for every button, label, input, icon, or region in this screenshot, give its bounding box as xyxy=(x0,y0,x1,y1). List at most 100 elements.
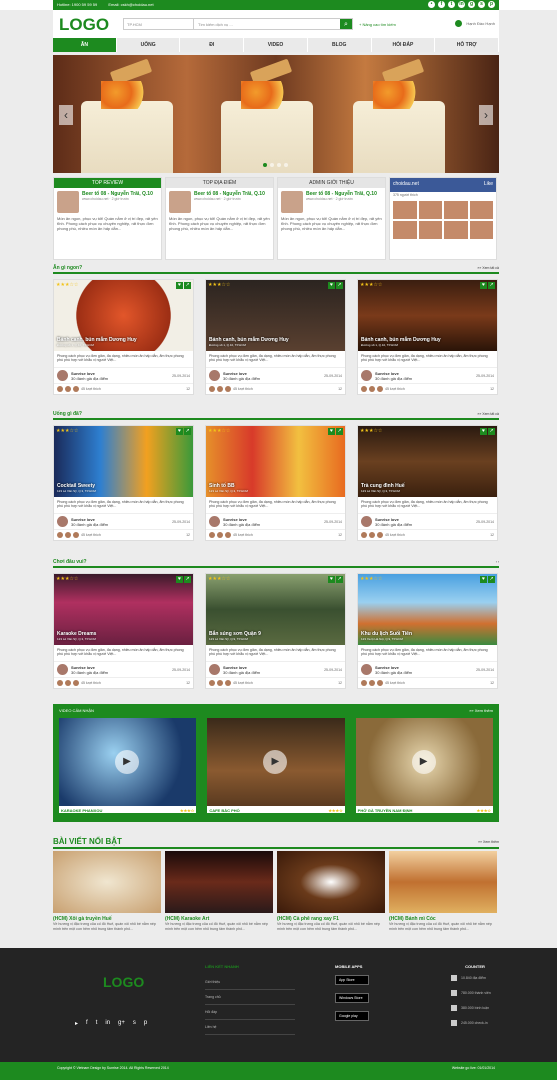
twitter-icon[interactable]: t xyxy=(448,1,455,8)
footer-logo[interactable]: LOGO xyxy=(103,974,144,990)
footer: LOGO ▸ f t in g+ s p LIÊN KẾT NHANH Giới thiệu… xyxy=(0,948,557,1062)
slider-prev-button[interactable]: ‹ xyxy=(59,105,73,125)
video-more-link[interactable]: »» Xem thêm xyxy=(469,708,493,718)
footer-link[interactable]: Giới thiệu xyxy=(205,975,295,990)
skype-icon[interactable]: s xyxy=(478,1,485,8)
featured-more-link[interactable]: »» Xem thêm xyxy=(478,837,499,847)
video-card[interactable]: ▶ KARAOKE PHANXOU ★★★☆ xyxy=(59,718,197,813)
view-all-link[interactable]: »» Xem tất cả xyxy=(477,264,499,272)
logo[interactable]: LOGO xyxy=(59,15,109,35)
place-card[interactable]: ★★★☆☆ ♥ ↗ Khu du lịch Suối Tiên 123 Xa lộ H… xyxy=(357,573,498,689)
top-bar: Hotline: 1900 59 59 59 Email: cskh@choid… xyxy=(0,0,557,10)
location-icon xyxy=(451,975,457,981)
user-menu[interactable]: Hạnh Đào Hạnh xyxy=(455,20,495,27)
footer-link[interactable]: Trang chủ xyxy=(205,990,295,1005)
featured-item[interactable]: (HCM) Bánh mì Cóc Về hương vị đặc trưng c… xyxy=(389,851,497,931)
section-title[interactable]: Chơi đâu vui? xyxy=(53,558,87,566)
nav-hoi-dap[interactable]: HỎI ĐÁP xyxy=(372,38,436,52)
section-choi: Chơi đâu vui? ‹ › ★★★☆☆ ♥ ↗ Karaoke Dreams 1… xyxy=(53,558,499,689)
review-column: TOP ĐỊA ĐIỂM Beer tổ 08 - Nguyễn Trãi, Q… xyxy=(165,177,274,260)
search-bar: TP.HCM Tìm kiếm dịch vụ ... ⌕ xyxy=(123,18,353,30)
counter: COUNTER 10.840 địa điểm 780.000 thành vi… xyxy=(451,964,499,1035)
linkedin-icon[interactable]: in xyxy=(105,1020,110,1027)
facebook-icon[interactable]: f xyxy=(438,1,445,8)
play-icon[interactable]: ▶ xyxy=(411,750,436,774)
comment-icon xyxy=(451,1005,457,1011)
featured-list: (HCM) Xôi gà truyền Huế Về hương vị đặc t… xyxy=(53,851,499,931)
video-title: VIDEO CẢM NHẬN xyxy=(59,708,94,713)
place-card[interactable]: ★★★☆☆ ♥ ↗ Karaoke Dreams 123 Lê Văn Sỹ, Q.3… xyxy=(53,573,194,689)
checkin-icon xyxy=(451,1020,457,1026)
featured-item[interactable]: (HCM) Xôi gà truyền Huế Về hương vị đặc t… xyxy=(53,851,161,931)
nav-di[interactable]: ĐI xyxy=(180,38,245,52)
skype-icon[interactable]: s xyxy=(133,1020,136,1027)
mobile-apps: MOBILE APPS App Store Windows Store Goog… xyxy=(335,964,369,1029)
facebook-like-button[interactable]: Like xyxy=(484,181,493,189)
place-card[interactable]: ★★★☆☆ ♥ ↗ Bắn súng sơn Quận 9 123 Lê Văn Sỹ… xyxy=(205,573,346,689)
avatar xyxy=(57,191,79,213)
section-an: Ăn gì ngon? »» Xem tất cả ★★★☆☆ ♥ ↗ Bánh ca… xyxy=(53,264,499,395)
twitter-icon[interactable]: t xyxy=(96,1020,98,1027)
footer-social: ▸ f t in g+ s p xyxy=(75,1020,147,1027)
video-card[interactable]: ▶ PHỞ GÀ TRUYỀN NAM ĐỊNH ★★★☆ xyxy=(355,718,493,813)
place-card[interactable]: ★★★☆☆ ♥ ↗ Sinh tố BB 123 Lê Văn Sỹ, Q.3, TP… xyxy=(205,425,346,541)
footer-link[interactable]: Hỏi đáp xyxy=(205,1005,295,1020)
rss-icon[interactable]: • xyxy=(428,1,435,8)
place-card[interactable]: ★★★☆☆ ♥ ↗ Cocktail Sweety 123 Lê Văn Sỹ, Q.… xyxy=(53,425,194,541)
place-card[interactable]: ★★★☆☆ ♥ ↗ Bánh canh, bún mắm Dương Huy Đườn… xyxy=(205,279,346,395)
avatar xyxy=(281,191,303,213)
dessert-image xyxy=(81,58,173,173)
tab-top-review[interactable]: TOP REVIEW xyxy=(54,178,161,188)
place-card[interactable]: ★★★☆☆ ♥ ↗ Bánh canh, bún mắm Dương Huy Đườn… xyxy=(357,279,498,395)
review-column: TOP REVIEW Beer tổ 08 - Nguyễn Trãi, Q.1… xyxy=(53,177,162,260)
google-play-button[interactable]: Google play xyxy=(335,1011,369,1021)
linkedin-icon[interactable]: in xyxy=(458,1,465,8)
footer-link[interactable]: Liên hệ xyxy=(205,1020,295,1035)
footer-links: LIÊN KẾT NHANH Giới thiệu Trang chủ Hỏi … xyxy=(205,964,295,1035)
search-input[interactable]: Tìm kiếm dịch vụ ... xyxy=(194,19,340,30)
page: Hotline: 1900 59 59 59 Email: cskh@choid… xyxy=(0,0,557,1080)
windows-store-button[interactable]: Windows Store xyxy=(335,993,369,1003)
view-all-link[interactable]: »» Xem tất cả xyxy=(477,410,499,418)
tab-top-dia-diem[interactable]: TOP ĐỊA ĐIỂM xyxy=(166,178,273,188)
tab-admin-gioi-thieu[interactable]: ADMIN GIỚI THIỆU xyxy=(278,178,385,188)
review-column: ADMIN GIỚI THIỆU Beer tổ 08 - Nguyễn Trã… xyxy=(277,177,386,260)
app-store-button[interactable]: App Store xyxy=(335,975,369,985)
pinterest-icon[interactable]: p xyxy=(488,1,495,8)
main-nav: ĂN UỐNG ĐI VIDEO BLOG HỎI ĐÁP HỖ TRỢ xyxy=(53,38,500,52)
nav-blog[interactable]: BLOG xyxy=(308,38,372,52)
rss-icon[interactable]: ▸ xyxy=(75,1020,78,1027)
featured-item[interactable]: (HCM) Cà phê rang xay F1 Về hương vị đặc … xyxy=(277,851,385,931)
header: LOGO TP.HCM Tìm kiếm dịch vụ ... ⌕ + Nân… xyxy=(53,10,499,38)
hotline: Hotline: 1900 59 59 59 xyxy=(57,2,98,7)
section-uong: Uống gì đã? »» Xem tất cả ★★★☆☆ ♥ ↗ Cocktai… xyxy=(53,410,499,541)
section-title[interactable]: Uống gì đã? xyxy=(53,410,82,418)
section-nav-arrows[interactable]: ‹ › xyxy=(496,558,499,566)
location-select[interactable]: TP.HCM xyxy=(124,19,194,29)
slider-dots[interactable] xyxy=(263,163,288,167)
search-button[interactable]: ⌕ xyxy=(340,19,352,29)
video-card[interactable]: ▶ CAFE BẮC PHỐ ★★★☆ xyxy=(207,718,345,813)
nav-ho-tro[interactable]: HỖ TRỢ xyxy=(435,38,500,52)
slider-next-button[interactable]: › xyxy=(479,105,493,125)
email[interactable]: Email: cskh@choidau.net xyxy=(108,2,153,7)
play-icon[interactable]: ▶ xyxy=(115,750,139,774)
google-plus-icon[interactable]: g xyxy=(468,1,475,8)
nav-video[interactable]: VIDEO xyxy=(244,38,308,52)
pinterest-icon[interactable]: p xyxy=(144,1020,147,1027)
hero-slider: ‹ › xyxy=(53,55,499,173)
play-icon[interactable]: ▶ xyxy=(263,750,288,774)
featured-title: BÀI VIẾT NỔI BẬT xyxy=(53,837,122,846)
place-card[interactable]: ★★★☆☆ ♥ ↗ Trà cung đình Huế 123 Lê Văn Sỹ, … xyxy=(357,425,498,541)
video-section: VIDEO CẢM NHẬN »» Xem thêm ▶ KARAOKE PHAN… xyxy=(53,704,499,822)
featured-item[interactable]: (HCM) Karaoke Art Về hương vị đặc trưng c… xyxy=(165,851,273,931)
facebook-icon[interactable]: f xyxy=(86,1020,88,1027)
users-icon xyxy=(451,990,457,996)
nav-uong[interactable]: UỐNG xyxy=(117,38,181,52)
section-title[interactable]: Ăn gì ngon? xyxy=(53,264,82,272)
place-card[interactable]: ★★★☆☆ ♥ ↗ Bánh canh, bún mắm Dương Huy Đườn… xyxy=(53,279,194,395)
nav-an[interactable]: ĂN xyxy=(53,38,117,52)
advanced-search-link[interactable]: + Nâng cao tìm kiếm xyxy=(359,22,396,27)
google-plus-icon[interactable]: g+ xyxy=(118,1020,125,1027)
facebook-widget: choidau.net Like 375 người thích xyxy=(389,177,497,260)
